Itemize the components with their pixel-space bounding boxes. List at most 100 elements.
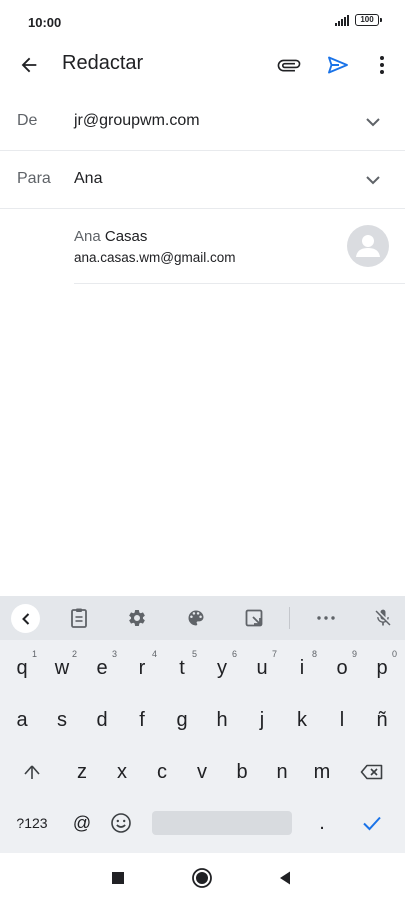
more-vert-icon <box>380 56 384 74</box>
from-value: jr@groupwm.com <box>74 112 200 129</box>
key-r[interactable]: r4 <box>122 648 162 688</box>
key-p[interactable]: p0 <box>362 648 402 688</box>
key-v[interactable]: v <box>182 752 222 792</box>
shift-key[interactable] <box>14 752 50 792</box>
space-key[interactable] <box>152 811 292 835</box>
key-k[interactable]: k <box>282 700 322 740</box>
to-label: Para <box>17 170 51 187</box>
period-key[interactable]: . <box>307 803 337 843</box>
key-ñ[interactable]: ñ <box>362 700 402 740</box>
toolbar-divider <box>289 607 290 629</box>
done-key[interactable] <box>354 803 390 843</box>
key-l[interactable]: l <box>322 700 362 740</box>
key-label: k <box>297 708 307 731</box>
key-label: b <box>236 760 248 783</box>
key-s[interactable]: s <box>42 700 82 740</box>
contact-suggestion[interactable]: Ana Casas ana.casas.wm@gmail.com <box>74 209 405 284</box>
key-hint: 1 <box>31 649 37 659</box>
voice-input-button[interactable] <box>368 603 398 633</box>
key-label: h <box>216 708 228 731</box>
key-hint: 6 <box>231 649 237 659</box>
resize-icon <box>245 609 263 627</box>
key-d[interactable]: d <box>82 700 122 740</box>
key-g[interactable]: g <box>162 700 202 740</box>
key-i[interactable]: i8 <box>282 648 322 688</box>
more-tools-button[interactable] <box>311 603 341 633</box>
key-j[interactable]: j <box>242 700 282 740</box>
key-q[interactable]: q1 <box>2 648 42 688</box>
key-y[interactable]: y6 <box>202 648 242 688</box>
key-label: d <box>96 708 108 731</box>
check-icon <box>363 816 381 831</box>
status-time: 10:00 <box>28 15 62 30</box>
key-c[interactable]: c <box>142 752 182 792</box>
chevron-left-icon <box>21 612 29 625</box>
send-button[interactable] <box>323 50 353 80</box>
send-icon <box>328 56 348 74</box>
key-z[interactable]: z <box>62 752 102 792</box>
attach-button[interactable] <box>274 50 304 80</box>
status-bar: 10:00 100 <box>0 0 405 44</box>
key-o[interactable]: o9 <box>322 648 362 688</box>
key-hint: 7 <box>271 649 277 659</box>
keyboard-toolbar <box>0 596 405 640</box>
settings-button[interactable] <box>122 603 152 633</box>
key-t[interactable]: t5 <box>162 648 202 688</box>
more-options-button[interactable] <box>368 50 396 80</box>
key-hint: 2 <box>71 649 77 659</box>
emoji-key[interactable] <box>103 803 139 843</box>
key-hint: 5 <box>191 649 197 659</box>
keyboard-collapse-button[interactable] <box>11 604 40 633</box>
arrow-back-icon <box>21 57 37 73</box>
key-label: p <box>376 656 388 679</box>
home-button[interactable] <box>189 865 215 891</box>
at-key[interactable]: @ <box>64 803 100 843</box>
key-label: g <box>176 708 188 731</box>
backspace-icon <box>360 764 383 780</box>
key-b[interactable]: b <box>222 752 262 792</box>
status-icons: 100 <box>335 14 382 26</box>
key-label: u <box>256 656 268 679</box>
back-nav-button[interactable] <box>272 865 298 891</box>
palette-icon <box>188 610 204 626</box>
key-label: ñ <box>376 708 388 731</box>
key-hint: 8 <box>311 649 317 659</box>
key-u[interactable]: u7 <box>242 648 282 688</box>
key-m[interactable]: m <box>302 752 342 792</box>
key-a[interactable]: a <box>2 700 42 740</box>
key-label: a <box>16 708 28 731</box>
key-n[interactable]: n <box>262 752 302 792</box>
key-x[interactable]: x <box>102 752 142 792</box>
suggestion-name: Ana Casas <box>74 228 147 245</box>
keyboard: q1w2e3r4t5y6u7i8o9p0 asdfghjklñ zxcvbnm … <box>0 596 405 853</box>
back-button[interactable] <box>14 50 44 80</box>
home-circle-icon <box>192 868 212 888</box>
recents-button[interactable] <box>105 865 131 891</box>
key-label: z <box>77 760 87 783</box>
from-expand-button[interactable] <box>361 110 385 134</box>
symbols-key[interactable]: ?123 <box>10 803 54 843</box>
paperclip-icon <box>277 59 301 72</box>
to-input[interactable]: Ana <box>74 170 102 188</box>
floating-keyboard-button[interactable] <box>239 603 269 633</box>
signal-icon <box>335 14 349 26</box>
key-e[interactable]: e3 <box>82 648 122 688</box>
key-h[interactable]: h <box>202 700 242 740</box>
backspace-key[interactable] <box>354 752 390 792</box>
to-field[interactable]: Para Ana <box>0 151 405 209</box>
key-label: j <box>259 708 265 731</box>
key-label: e <box>96 656 108 679</box>
key-label: s <box>57 708 67 731</box>
key-hint: 9 <box>351 649 357 659</box>
app-bar: Redactar <box>0 44 405 84</box>
clipboard-button[interactable] <box>64 603 94 633</box>
theme-button[interactable] <box>181 603 211 633</box>
from-field[interactable]: De jr@groupwm.com <box>0 93 405 151</box>
key-label: m <box>313 760 331 783</box>
key-hint: 4 <box>151 649 157 659</box>
gear-icon <box>129 610 145 626</box>
to-expand-button[interactable] <box>361 168 385 192</box>
key-w[interactable]: w2 <box>42 648 82 688</box>
key-label: v <box>197 760 207 783</box>
key-f[interactable]: f <box>122 700 162 740</box>
